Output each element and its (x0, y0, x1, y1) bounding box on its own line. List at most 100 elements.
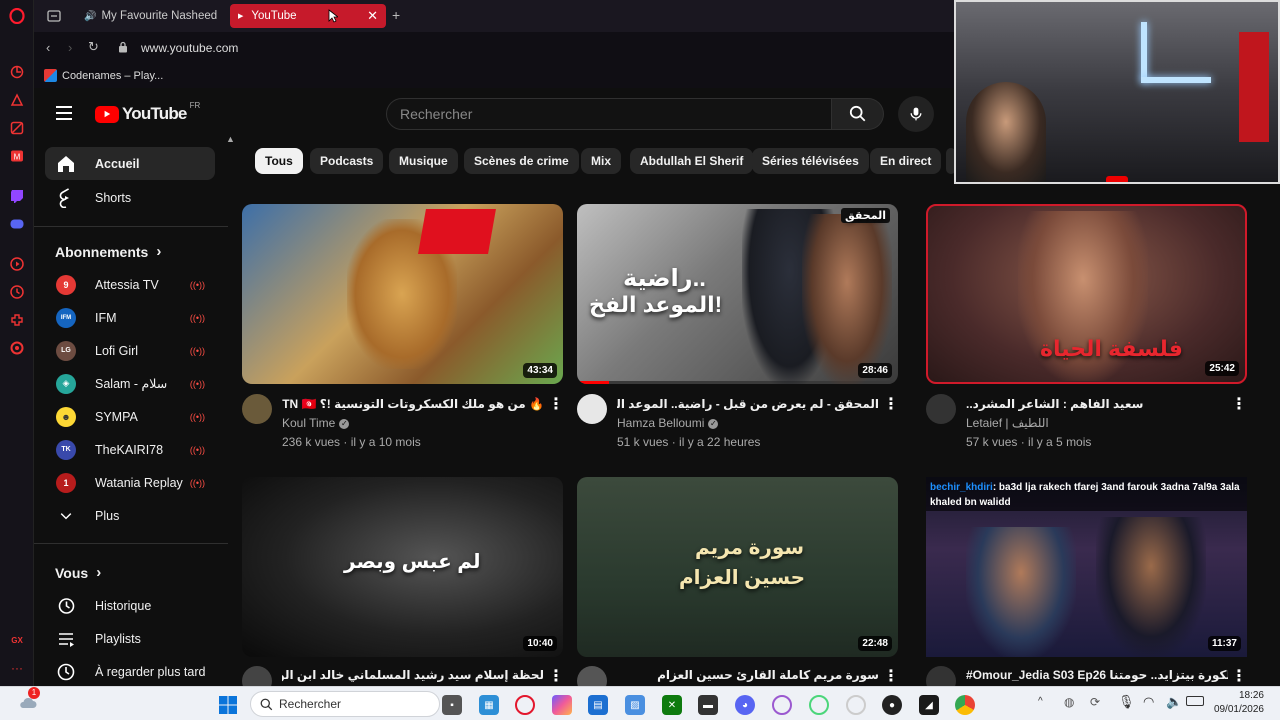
channel-avatar[interactable] (242, 394, 272, 424)
search-input[interactable]: Rechercher (386, 98, 832, 130)
bookmark-codenames[interactable]: Codenames – Play... (62, 70, 163, 82)
sidebar-item-watania-replay[interactable]: 1 Watania Replay ((•)) (45, 466, 215, 499)
more-actions-icon[interactable]: ⋮ (548, 394, 564, 414)
aria-icon[interactable] (9, 92, 25, 108)
file-explorer-icon[interactable]: ▦ (479, 695, 499, 715)
video-title[interactable]: سورة مريم كاملة القارئ حسين العزام (617, 668, 879, 682)
opera-logo-icon[interactable] (9, 8, 25, 24)
sidebar-item-plus[interactable]: Plus (45, 499, 215, 532)
mail-icon[interactable]: M (9, 148, 25, 164)
back-icon[interactable]: ‹ (46, 40, 50, 55)
video-thumbnail[interactable]: 43:34 (242, 204, 563, 384)
video-thumbnail[interactable]: bechir_khdiri: ba3d lja rakech tfarej 3a… (926, 477, 1247, 657)
chip-tous[interactable]: Tous (255, 148, 303, 174)
channel-avatar[interactable] (926, 666, 956, 686)
voice-search-button[interactable] (898, 96, 934, 132)
windows-start-icon[interactable] (218, 695, 238, 715)
chip-abdullah-el-sherif[interactable]: Abdullah El Sherif (630, 148, 754, 174)
sidebar-item-accueil[interactable]: Accueil (45, 147, 215, 180)
opera-gx-icon[interactable] (772, 695, 792, 715)
sidebar-item-attessia-tv[interactable]: 9 Attessia TV ((•)) (45, 268, 215, 301)
clock-date[interactable]: 09/01/2026 (1210, 704, 1264, 715)
task-view-icon[interactable]: ▪ (442, 695, 462, 715)
more-actions-icon[interactable]: ⋮ (1231, 394, 1247, 414)
speed-dial-icon[interactable] (9, 64, 25, 80)
chip-scenes-de-crime[interactable]: Scènes de crime (464, 148, 579, 174)
youtube-logo[interactable]: YouTube FR (95, 101, 200, 124)
video-channel[interactable]: Letaief | اللطيف (966, 416, 1049, 430)
copilot-icon[interactable] (552, 695, 572, 715)
gx-icon[interactable]: GX (9, 632, 25, 648)
video-thumbnail[interactable]: لم عبس وبصر 10:40 (242, 477, 563, 657)
video-title[interactable]: لحظة إسلام سيد رشيد المسلماني خالد ابن ا… (282, 668, 544, 682)
sidebar-item-lofi-girl[interactable]: LG Lofi Girl ((•)) (45, 334, 215, 367)
tray-icon[interactable]: ◍ (1064, 695, 1074, 709)
more-dots-icon[interactable]: ··· (9, 660, 25, 676)
taskbar-search-input[interactable]: Rechercher (250, 691, 440, 717)
opera-mini-icon[interactable] (846, 695, 866, 715)
tab-manager-icon[interactable] (46, 8, 62, 24)
microphone-icon[interactable]: 🎙 (1118, 694, 1135, 710)
player-icon[interactable] (9, 256, 25, 272)
twitch-icon[interactable] (9, 188, 25, 204)
lock-icon[interactable] (118, 40, 128, 53)
video-channel[interactable]: Koul Time ✓ (282, 416, 350, 430)
extensions-icon[interactable] (9, 312, 25, 328)
channel-avatar[interactable] (926, 394, 956, 424)
video-thumbnail[interactable]: سورة مريم حسين العزام 22:48 (577, 477, 898, 657)
discord-icon[interactable]: ◕ (735, 695, 755, 715)
you-header[interactable]: Vous › (55, 564, 101, 581)
chip-en-direct[interactable]: En direct (870, 148, 942, 174)
chrome-icon[interactable] (955, 695, 975, 715)
tab-my-favourite-nasheed[interactable]: 🔊 My Favourite Nasheed (70, 4, 220, 28)
clock-time[interactable]: 18:26 (1210, 690, 1264, 701)
chip-podcasts[interactable]: Podcasts (310, 148, 384, 174)
sidebar-item-ifm[interactable]: IFM IFM ((•)) (45, 301, 215, 334)
terminal-icon[interactable]: ▬ (698, 695, 718, 715)
sidebar-item-historique[interactable]: Historique (45, 589, 215, 622)
sidebar-item-shorts[interactable]: Shorts (45, 181, 215, 214)
new-tab-icon[interactable]: + (392, 7, 400, 23)
reload-icon[interactable]: ↻ (88, 39, 99, 55)
store-icon[interactable]: ▤ (588, 695, 608, 715)
sidebar-item-salam[interactable]: ◈ Salam - سلام ((•)) (45, 367, 215, 400)
battery-icon[interactable] (1186, 696, 1204, 706)
opera-air-icon[interactable] (809, 695, 829, 715)
chip-series-televisees[interactable]: Séries télévisées (752, 148, 869, 174)
subscriptions-header[interactable]: Abonnements › (55, 243, 161, 260)
video-title[interactable]: #Omour_Jedia S03 Ep26 الكورة بيتزايد.. ح… (966, 668, 1228, 682)
close-tab-icon[interactable]: ✕ (367, 8, 378, 24)
hamburger-menu-icon[interactable] (56, 106, 72, 120)
more-actions-icon[interactable]: ⋮ (883, 666, 899, 686)
channel-avatar[interactable] (577, 394, 607, 424)
chevron-up-icon[interactable]: ^ (1038, 696, 1043, 707)
tray-icon[interactable]: ⟳ (1090, 695, 1100, 709)
video-channel[interactable]: Hamza Belloumi ✓ (617, 416, 719, 430)
sidebar-item-playlists[interactable]: Playlists (45, 622, 215, 655)
search-button[interactable] (832, 98, 884, 130)
more-actions-icon[interactable]: ⋮ (883, 394, 899, 414)
sidebar-item-thekairi78[interactable]: TK TheKAIRI78 ((•)) (45, 433, 215, 466)
tab-youtube[interactable]: ▶ YouTube ✕ (230, 4, 386, 28)
volume-icon[interactable]: 🔈 (1166, 694, 1182, 710)
discord-icon[interactable] (9, 216, 25, 232)
video-thumbnail[interactable]: راضية.. الموعد الفخ! المحقق 28:46 (577, 204, 898, 384)
video-title[interactable]: سعيد الفاهم : الشاعر المشرد.. (966, 397, 1228, 411)
settings-icon[interactable] (9, 340, 25, 356)
pinboard-icon[interactable] (9, 120, 25, 136)
sidebar-item-watch-later[interactable]: À regarder plus tard (45, 655, 215, 686)
channel-avatar[interactable] (577, 666, 607, 686)
more-actions-icon[interactable]: ⋮ (1231, 666, 1247, 686)
history-icon[interactable] (9, 284, 25, 300)
video-thumbnail[interactable]: فلسفة الحياة 25:42 (926, 204, 1247, 384)
scroll-up-arrow-icon[interactable]: ▲ (226, 134, 235, 144)
wifi-icon[interactable]: ◠ (1143, 694, 1154, 710)
sidebar-item-sympa[interactable]: ☻ SYMPA ((•)) (45, 400, 215, 433)
forward-icon[interactable]: › (68, 40, 72, 55)
url-text[interactable]: www.youtube.com (141, 41, 238, 55)
opera-icon[interactable] (515, 695, 535, 715)
obs-icon[interactable]: ● (882, 695, 902, 715)
app-icon[interactable]: ◢ (919, 695, 939, 715)
more-actions-icon[interactable]: ⋮ (548, 666, 564, 686)
video-title[interactable]: 🔥 من هو ملك الكسكروتات التونسية !؟ TN 🇹🇳… (282, 397, 544, 411)
